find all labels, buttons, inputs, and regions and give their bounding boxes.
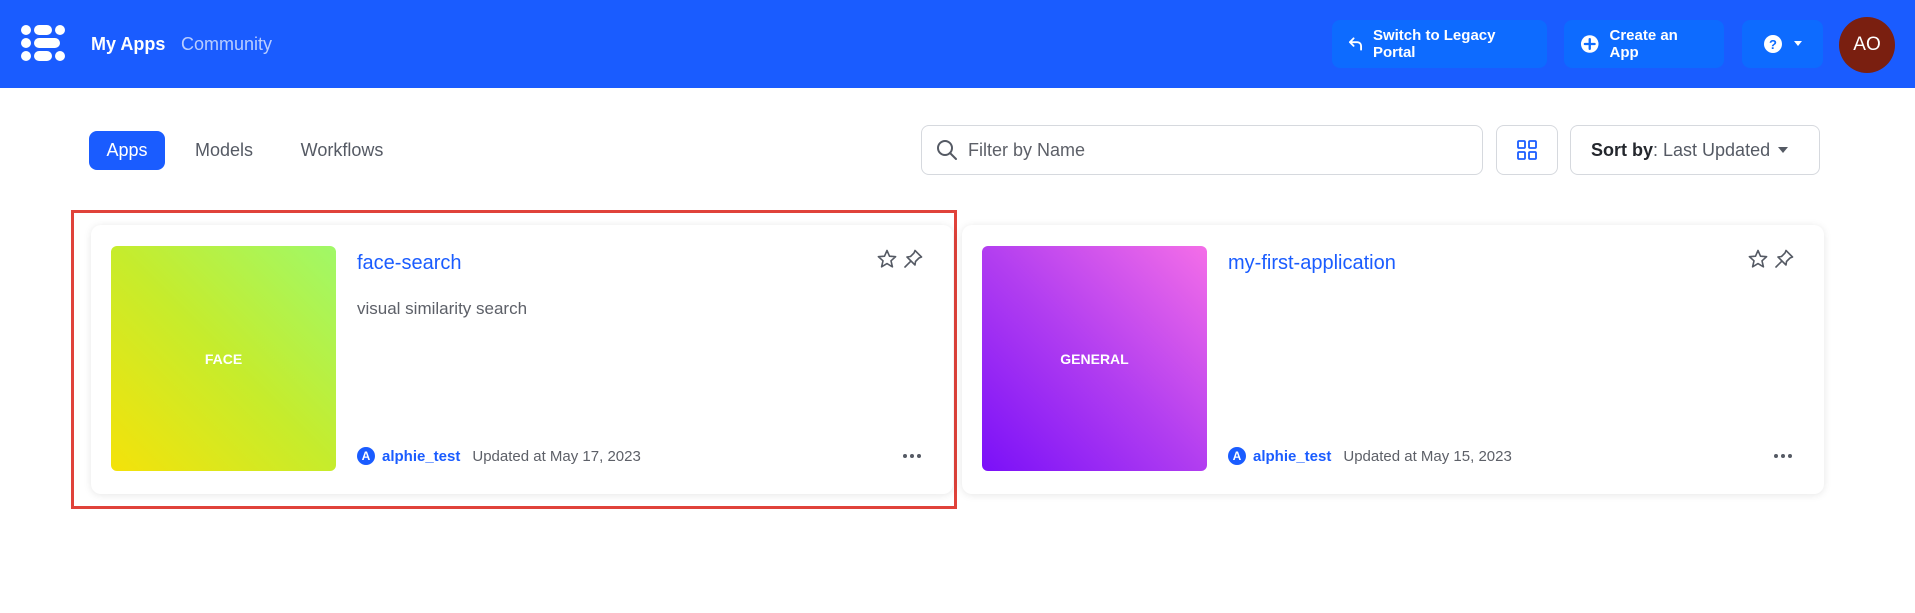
sort-value: : Last Updated [1653, 139, 1771, 160]
tab-apps[interactable]: Apps [89, 131, 165, 170]
nav-my-apps[interactable]: My Apps [91, 34, 165, 55]
help-menu-button[interactable]: ? [1742, 20, 1823, 68]
svg-text:?: ? [1769, 37, 1777, 52]
app-meta: A alphie_test Updated at May 17, 2023 [357, 447, 641, 465]
create-app-button[interactable]: Create an App [1564, 20, 1724, 68]
owner-link[interactable]: alphie_test [382, 448, 460, 465]
tab-workflows[interactable]: Workflows [297, 131, 387, 170]
create-button-label: Create an App [1609, 27, 1678, 61]
grid-view-button[interactable] [1496, 125, 1558, 175]
help-icon: ? [1763, 35, 1782, 53]
app-meta: A alphie_test Updated at May 15, 2023 [1228, 447, 1512, 465]
app-card[interactable]: GENERAL my-first-application A alphie_te… [962, 225, 1824, 494]
app-title[interactable]: face-search [357, 252, 462, 275]
app-thumbnail[interactable]: FACE [111, 246, 336, 471]
app-card[interactable]: FACE face-search visual similarity searc… [91, 225, 953, 494]
owner-link[interactable]: alphie_test [1253, 448, 1331, 465]
updated-at: Updated at May 17, 2023 [472, 447, 641, 465]
star-icon[interactable] [1748, 249, 1768, 269]
sort-label: Sort by [1591, 139, 1654, 160]
sort-dropdown[interactable]: Sort by : Last Updated [1570, 125, 1820, 175]
app-description: visual similarity search [357, 299, 528, 318]
caret-down-icon [1778, 147, 1789, 153]
plus-circle-icon [1580, 35, 1599, 53]
clarifai-logo-icon[interactable] [20, 22, 66, 64]
owner-avatar: A [1228, 447, 1246, 465]
switch-legacy-portal-button[interactable]: Switch to Legacy Portal [1332, 20, 1547, 68]
star-icon[interactable] [877, 249, 897, 269]
app-title[interactable]: my-first-application [1228, 252, 1396, 275]
more-options-icon[interactable] [1774, 454, 1792, 458]
nav-community[interactable]: Community [181, 34, 272, 55]
filter-by-name-input[interactable] [968, 139, 1448, 161]
updated-at: Updated at May 15, 2023 [1343, 447, 1512, 465]
search-box [921, 125, 1483, 175]
more-options-icon[interactable] [903, 454, 921, 458]
chevron-down-icon [1793, 41, 1802, 46]
legacy-button-label: Switch to Legacy Portal [1372, 27, 1496, 61]
return-arrow-icon [1348, 37, 1363, 51]
search-icon [937, 140, 957, 160]
grid-icon [1517, 140, 1537, 160]
tab-models[interactable]: Models [188, 131, 260, 170]
pin-icon[interactable] [903, 249, 923, 269]
top-navbar: My Apps Community Switch to Legacy Porta… [0, 0, 1915, 88]
user-avatar[interactable]: AO [1839, 17, 1895, 73]
pin-icon[interactable] [1774, 249, 1794, 269]
owner-avatar: A [357, 447, 375, 465]
app-thumbnail[interactable]: GENERAL [982, 246, 1207, 471]
